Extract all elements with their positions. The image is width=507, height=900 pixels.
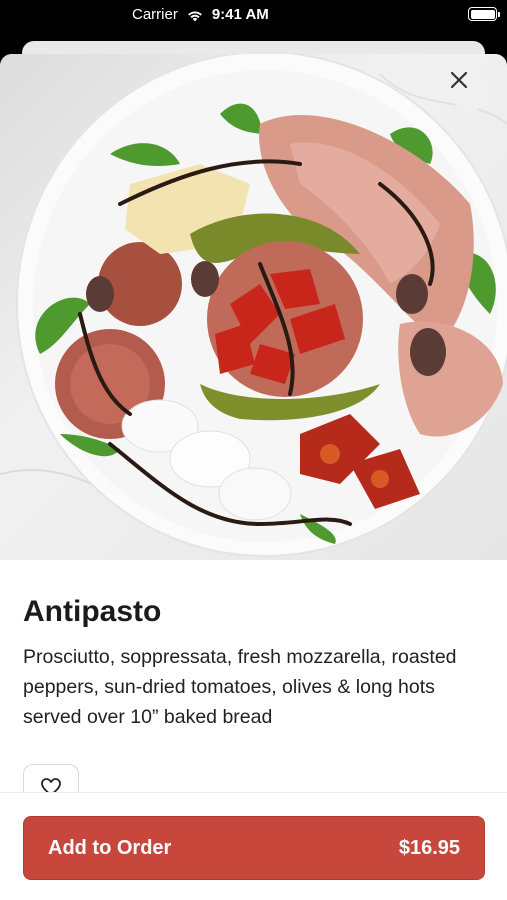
status-left: Carrier 9:41 AM xyxy=(132,6,269,23)
status-bar: Carrier 9:41 AM xyxy=(0,0,507,40)
antipasto-plate-illustration xyxy=(0,54,507,557)
carrier-label: Carrier xyxy=(132,6,178,23)
battery-tip xyxy=(498,11,500,17)
add-to-order-label: Add to Order xyxy=(48,836,172,859)
close-button[interactable] xyxy=(450,71,490,111)
status-time: 9:41 AM xyxy=(211,6,269,23)
bottom-action-bar: Add to Order $16.95 xyxy=(0,792,507,900)
item-title: Antipasto xyxy=(23,595,162,628)
item-price: $16.95 xyxy=(398,836,460,859)
item-description: Prosciutto, soppressata, fresh mozzarell… xyxy=(23,646,457,728)
item-photo xyxy=(0,54,507,560)
item-detail-sheet: Antipasto Prosciutto, soppressata, fresh… xyxy=(0,54,507,900)
add-to-order-button[interactable]: Add to Order $16.95 xyxy=(23,816,485,880)
close-icon xyxy=(450,71,468,89)
battery-level xyxy=(470,9,495,19)
wifi-icon xyxy=(187,10,202,21)
battery-icon xyxy=(468,7,500,21)
